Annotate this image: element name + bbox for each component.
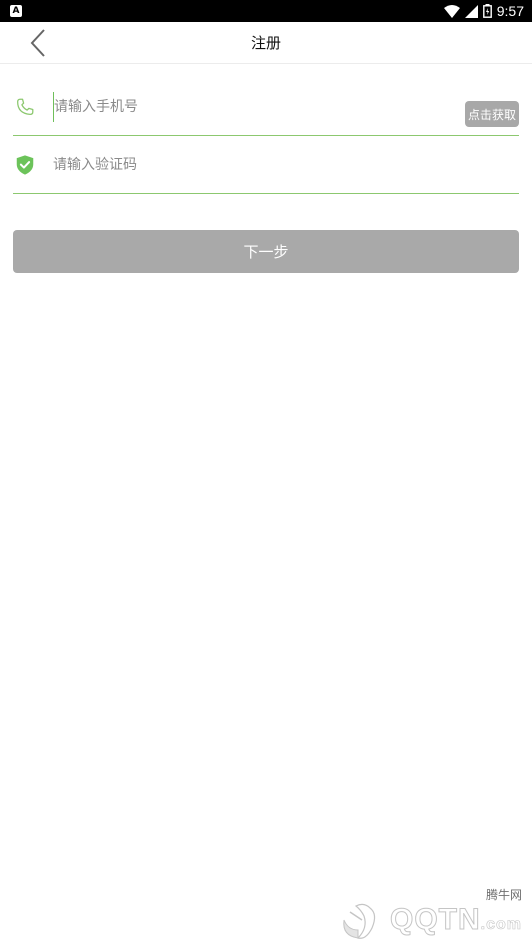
wifi-icon xyxy=(443,4,460,18)
phone-icon xyxy=(13,95,37,119)
clock: 9:57 xyxy=(496,3,524,19)
watermark-cn: 腾牛网 xyxy=(485,888,522,902)
status-bar-right: 9:57 xyxy=(443,3,524,19)
status-bar: A 9:57 xyxy=(0,0,532,22)
phone-input[interactable] xyxy=(53,91,519,122)
chevron-left-icon xyxy=(30,29,45,57)
phone-row: 点击获取 xyxy=(13,78,519,136)
register-form: 点击获取 xyxy=(0,78,532,194)
code-input[interactable] xyxy=(53,149,519,180)
watermark-suffix: .com xyxy=(480,916,522,934)
watermark-logo-icon xyxy=(336,898,386,942)
shield-check-icon xyxy=(13,153,37,177)
next-button[interactable]: 下一步 xyxy=(13,230,519,273)
app-header: 注册 xyxy=(0,22,532,64)
back-button[interactable] xyxy=(26,28,50,58)
watermark-en: QQTN.com xyxy=(389,903,522,942)
page-title: 注册 xyxy=(250,34,281,52)
notification-icon: A xyxy=(10,5,22,17)
get-code-button[interactable]: 点击获取 xyxy=(465,101,519,127)
battery-icon xyxy=(482,4,492,18)
watermark-brand: 腾牛网 QQTN.com xyxy=(389,886,522,942)
code-row xyxy=(13,136,519,194)
status-bar-left: A xyxy=(10,5,22,17)
watermark-en-main: QQTN xyxy=(389,903,481,937)
watermark: 腾牛网 QQTN.com xyxy=(336,886,522,942)
signal-icon xyxy=(464,4,478,18)
